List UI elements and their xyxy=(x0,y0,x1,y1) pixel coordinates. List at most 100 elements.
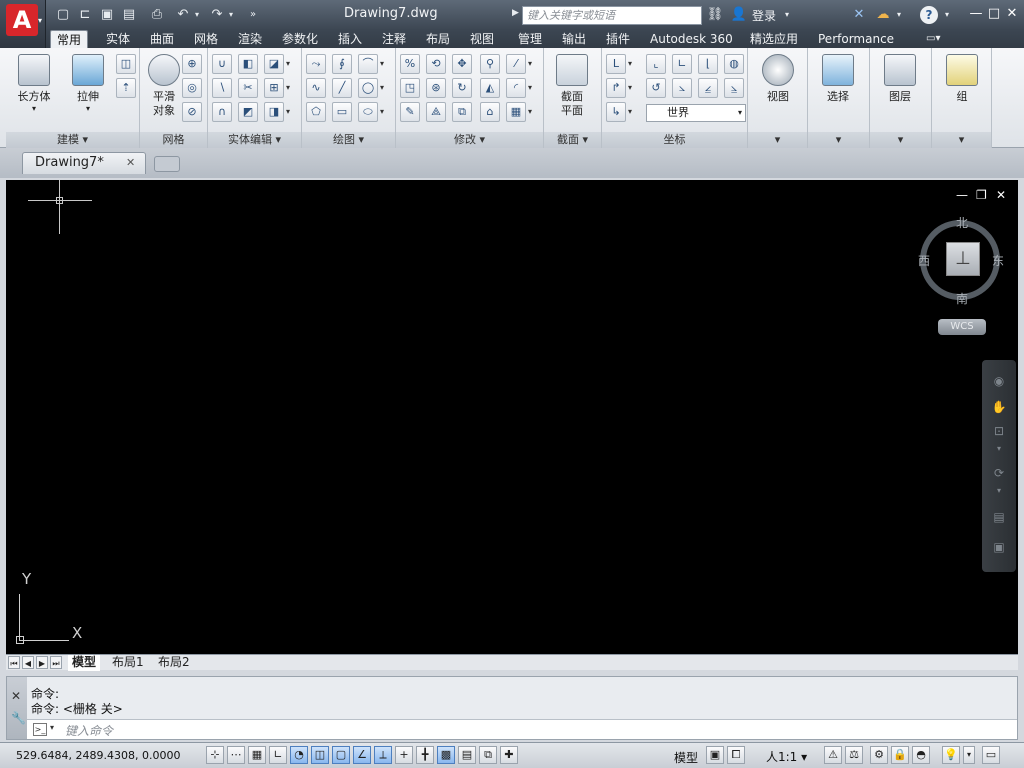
tab-plugins[interactable]: 插件 xyxy=(600,30,636,48)
annotation-monitor-icon[interactable]: ✚ xyxy=(500,746,518,764)
layout-first-icon[interactable]: ⏮ xyxy=(8,656,20,669)
union-icon[interactable]: ∪ xyxy=(212,54,232,74)
autodesk360-dropdown-icon[interactable]: ▾ xyxy=(894,6,904,24)
tab-view[interactable]: 视图 xyxy=(464,30,500,48)
status-bar-menu-icon[interactable]: ▾ xyxy=(963,746,975,764)
rectangle-icon[interactable]: ▭ xyxy=(332,102,352,122)
pan-icon[interactable]: ✋ xyxy=(990,400,1008,416)
command-line-close-icon[interactable]: ✕ xyxy=(11,689,21,703)
polysolid-icon[interactable]: ⇡ xyxy=(116,78,136,98)
navbar-customize-icon[interactable]: ▣ xyxy=(990,540,1008,556)
modeling-panel-title[interactable]: 建模 ▾ xyxy=(6,132,139,148)
hardware-acceleration-icon[interactable]: ◓ xyxy=(912,746,930,764)
layout-tab-layout2[interactable]: 布局2 xyxy=(154,655,194,671)
ellipse-dropdown-icon[interactable]: ▾ xyxy=(380,102,388,122)
selection-cycling-icon[interactable]: ⧉ xyxy=(479,746,497,764)
tab-solid[interactable]: 实体 xyxy=(100,30,136,48)
intersect-icon[interactable]: ∩ xyxy=(212,102,232,122)
isolate-objects-icon[interactable]: 💡 xyxy=(942,746,960,764)
view-button[interactable]: 视图 xyxy=(756,54,800,124)
wcs-menu-button[interactable]: WCS xyxy=(938,319,986,335)
tab-render[interactable]: 渲染 xyxy=(232,30,268,48)
scale-icon[interactable]: ⧉ xyxy=(452,102,472,122)
undo-icon[interactable]: ↶ xyxy=(174,6,192,24)
spline-icon[interactable]: ∿ xyxy=(306,78,326,98)
stretch-icon[interactable]: ⌂ xyxy=(480,102,500,122)
tab-insert[interactable]: 插入 xyxy=(332,30,368,48)
solid-editing-panel-title[interactable]: 实体编辑 ▾ xyxy=(208,132,301,148)
ucs-x-dropdown-icon[interactable]: ▾ xyxy=(628,78,636,98)
layout-tab-layout1[interactable]: 布局1 xyxy=(108,655,148,671)
save-icon[interactable]: ▣ xyxy=(98,6,116,24)
ucs-view-icon[interactable]: ⦥ xyxy=(724,78,744,98)
lock-ui-icon[interactable]: 🔒 xyxy=(891,746,909,764)
modify-panel-title[interactable]: 修改 ▾ xyxy=(396,132,543,148)
autodesk360-icon[interactable]: ☁ xyxy=(874,6,892,24)
extrude-button[interactable]: 拉伸 ▾ xyxy=(66,54,110,124)
shell-icon[interactable]: ◨ xyxy=(264,102,284,122)
layers-panel-dropdown[interactable]: ▾ xyxy=(870,132,931,148)
command-line-customize-icon[interactable]: 🔧 xyxy=(11,711,26,725)
binoculars-icon[interactable]: ⛓ xyxy=(706,6,724,24)
layout-prev-icon[interactable]: ◀ xyxy=(22,656,34,669)
extract-edges-icon[interactable]: ◧ xyxy=(238,54,258,74)
exchange-icon[interactable]: ✕ xyxy=(850,6,868,24)
circle-dropdown-icon[interactable]: ▾ xyxy=(380,78,388,98)
view-panel-dropdown[interactable]: ▾ xyxy=(748,132,807,148)
ellipse-icon[interactable]: ⬭ xyxy=(358,102,378,122)
mesh-panel-title[interactable]: 网格 xyxy=(140,132,207,148)
fillet-edge-icon[interactable]: ◜ xyxy=(506,78,526,98)
layout-next-icon[interactable]: ▶ xyxy=(36,656,48,669)
model-space-toggle[interactable]: 模型 xyxy=(674,749,698,766)
customize-qat-icon[interactable]: » xyxy=(244,6,262,24)
maximize-icon[interactable]: □ xyxy=(984,4,1004,24)
tab-output[interactable]: 输出 xyxy=(556,30,592,48)
tab-autodesk360[interactable]: Autodesk 360 xyxy=(644,30,739,48)
tab-mesh[interactable]: 网格 xyxy=(188,30,224,48)
document-tab-close-icon[interactable]: ✕ xyxy=(126,156,135,169)
close-icon[interactable]: ✕ xyxy=(1002,4,1022,24)
grid-display-icon[interactable]: ▦ xyxy=(248,746,266,764)
quick-view-drawings-icon[interactable]: ⧠ xyxy=(727,746,745,764)
user-icon[interactable]: 👤 xyxy=(730,6,748,24)
trim-dropdown-icon[interactable]: ▾ xyxy=(528,54,536,74)
viewport-restore-icon[interactable]: ❐ xyxy=(976,188,987,202)
extrude-faces-icon[interactable]: ◪ xyxy=(264,54,284,74)
mesh-smooth-less-icon[interactable]: ⊘ xyxy=(182,102,202,122)
mesh-refine-icon[interactable]: ◎ xyxy=(182,78,202,98)
3d-mirror-icon[interactable]: ⟁ xyxy=(426,102,446,122)
erase-icon[interactable]: ✎ xyxy=(400,102,420,122)
clean-screen-icon[interactable]: ▭ xyxy=(982,746,1000,764)
login-dropdown-icon[interactable]: ▾ xyxy=(782,6,792,24)
viewport-minimize-icon[interactable]: — xyxy=(956,188,968,202)
annotation-scale-select[interactable]: 人1:1 ▾ xyxy=(766,748,807,765)
draw-panel-title[interactable]: 绘图 ▾ xyxy=(302,132,395,148)
section-panel-title[interactable]: 截面 ▾ xyxy=(544,132,601,148)
command-input[interactable]: 键入命令 xyxy=(65,722,113,739)
fillet-edge-dropdown-icon[interactable]: ▾ xyxy=(528,78,536,98)
group-button[interactable]: 组 xyxy=(940,54,984,124)
zoom-extents-icon[interactable]: ⊡ xyxy=(990,424,1008,440)
tab-home[interactable]: 常用 xyxy=(50,30,89,48)
quick-properties-icon[interactable]: ▤ xyxy=(458,746,476,764)
arc-dropdown-icon[interactable]: ▾ xyxy=(380,54,388,74)
3d-object-snap-icon[interactable]: ▢ xyxy=(332,746,350,764)
ucs-select[interactable]: 世界 ▾ xyxy=(646,104,746,122)
tab-layout[interactable]: 布局 xyxy=(420,30,456,48)
arc-icon[interactable]: ⌒ xyxy=(358,54,378,74)
ucs-y-icon[interactable]: ⦣ xyxy=(672,78,692,98)
application-menu-button[interactable]: A ▾ xyxy=(0,0,46,48)
fillet-icon[interactable]: ◳ xyxy=(400,78,420,98)
compass-north[interactable]: 北 xyxy=(956,214,968,231)
circle-icon[interactable]: ◯ xyxy=(358,78,378,98)
compass-east[interactable]: 东 xyxy=(992,252,1004,269)
infer-constraints-icon[interactable]: ⊹ xyxy=(206,746,224,764)
steeringwheel-icon[interactable]: ◉ xyxy=(990,374,1008,390)
selection-button[interactable]: 选择 xyxy=(816,54,860,124)
search-input[interactable]: 键入关键字或短语 xyxy=(522,6,702,25)
cursor-coordinates[interactable]: 529.6484, 2489.4308, 0.0000 xyxy=(16,749,180,762)
viewcube[interactable]: ⊥ xyxy=(946,242,980,276)
ucs-named-icon[interactable]: ⌞ xyxy=(646,54,666,74)
command-prompt-icon[interactable]: >_ xyxy=(33,723,47,736)
trim-icon[interactable]: ⁄ xyxy=(506,54,526,74)
